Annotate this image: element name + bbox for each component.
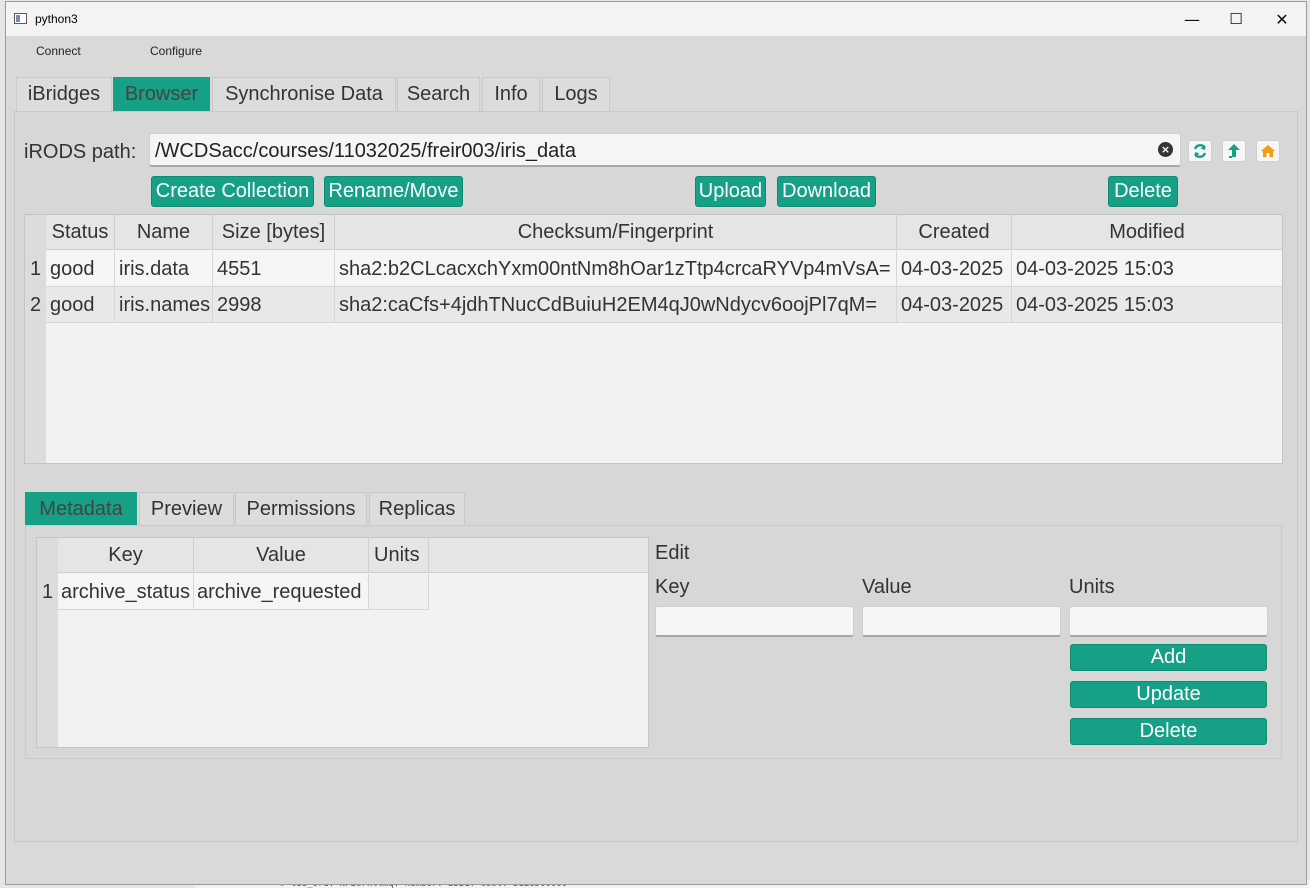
metadata-table: Key Value Units 1 archive_status archive… (36, 537, 649, 748)
download-button[interactable]: Download (777, 176, 876, 207)
row-number: 1 (25, 251, 46, 287)
cell-name[interactable]: iris.names (115, 287, 213, 323)
menu-connect[interactable]: Connect (36, 44, 81, 58)
cell-created[interactable]: 04-03-2025 (897, 287, 1012, 323)
cell-created[interactable]: 04-03-2025 (897, 251, 1012, 287)
close-button[interactable]: ✕ (1259, 2, 1305, 36)
parent-folder-icon (1228, 144, 1240, 158)
cell-name[interactable]: iris.data (115, 251, 213, 287)
tab-logs[interactable]: Logs (542, 77, 610, 111)
home-button[interactable] (1256, 140, 1280, 162)
cell-modified[interactable]: 04-03-2025 15:03 (1012, 251, 1282, 287)
cell-checksum[interactable]: sha2:b2CLcacxchYxm00ntNm8hOar1zTtp4crcaR… (335, 251, 897, 287)
tab-synchronise-data[interactable]: Synchronise Data (212, 77, 396, 111)
tab-browser[interactable]: Browser (113, 77, 210, 111)
cell-checksum[interactable]: sha2:caCfs+4jdhTNucCdBuiuH2EM4qJ0wNdycv6… (335, 287, 897, 323)
row-number: 2 (25, 287, 46, 323)
cell-size[interactable]: 4551 (213, 251, 335, 287)
header-modified[interactable]: Modified (1012, 215, 1282, 250)
cell-modified[interactable]: 04-03-2025 15:03 (1012, 287, 1282, 323)
tab-preview[interactable]: Preview (139, 492, 234, 526)
parent-folder-button[interactable] (1222, 140, 1246, 162)
edit-value-input[interactable] (862, 606, 1061, 637)
menu-configure[interactable]: Configure (150, 44, 202, 58)
edit-units-input[interactable] (1069, 606, 1268, 637)
irods-path-label: iRODS path: (24, 141, 137, 163)
cell-units[interactable] (369, 574, 429, 610)
edit-value-label: Value (862, 576, 912, 598)
edit-key-label: Key (655, 576, 690, 598)
header-checksum[interactable]: Checksum/Fingerprint (335, 215, 897, 250)
header-units[interactable]: Units (369, 538, 429, 573)
header-size[interactable]: Size [bytes] (213, 215, 335, 250)
tab-metadata[interactable]: Metadata (25, 492, 137, 526)
cell-size[interactable]: 2998 (213, 287, 335, 323)
upload-button[interactable]: Upload (695, 176, 766, 207)
row-number: 1 (37, 574, 58, 610)
window-title: python3 (35, 12, 78, 26)
row-header-column (37, 538, 58, 747)
edit-title: Edit (655, 542, 690, 564)
create-collection-button[interactable]: Create Collection (151, 176, 314, 207)
minimize-button[interactable]: — (1169, 2, 1215, 36)
clear-icon[interactable]: × (1158, 142, 1173, 157)
cell-key[interactable]: archive_status (58, 574, 194, 610)
tab-search[interactable]: Search (397, 77, 480, 111)
app-icon (14, 13, 27, 24)
header-key[interactable]: Key (58, 538, 194, 573)
home-icon (1261, 145, 1275, 157)
header-name[interactable]: Name (115, 215, 213, 250)
edit-units-label: Units (1069, 576, 1115, 598)
rename-move-button[interactable]: Rename/Move (324, 176, 463, 207)
maximize-button[interactable]: ☐ (1213, 2, 1259, 36)
irods-path-input[interactable]: /WCDSacc/courses/11032025/freir003/iris_… (149, 133, 1181, 167)
tab-replicas[interactable]: Replicas (369, 492, 465, 526)
refresh-icon (1193, 144, 1207, 158)
edit-key-input[interactable] (655, 606, 854, 637)
cell-status[interactable]: good (46, 287, 115, 323)
menu-bar: Connect Configure (6, 36, 1306, 66)
add-metadata-button[interactable]: Add (1070, 644, 1267, 671)
update-metadata-button[interactable]: Update (1070, 681, 1267, 708)
header-status[interactable]: Status (46, 215, 115, 250)
delete-button[interactable]: Delete (1108, 176, 1178, 207)
refresh-button[interactable] (1188, 140, 1212, 162)
app-window: python3 — ☐ ✕ Connect Configure iBridges… (5, 1, 1307, 885)
tab-ibridges[interactable]: iBridges (16, 77, 112, 111)
tab-info[interactable]: Info (482, 77, 540, 111)
collection-table: Status Name Size [bytes] Checksum/Finger… (24, 214, 1283, 464)
header-value[interactable]: Value (194, 538, 369, 573)
cell-status[interactable]: good (46, 251, 115, 287)
tab-permissions[interactable]: Permissions (235, 492, 367, 526)
header-filler (429, 538, 648, 573)
header-created[interactable]: Created (897, 215, 1012, 250)
cell-value[interactable]: archive_requested (194, 574, 369, 610)
delete-metadata-button[interactable]: Delete (1070, 718, 1267, 745)
title-bar: python3 — ☐ ✕ (6, 2, 1306, 36)
